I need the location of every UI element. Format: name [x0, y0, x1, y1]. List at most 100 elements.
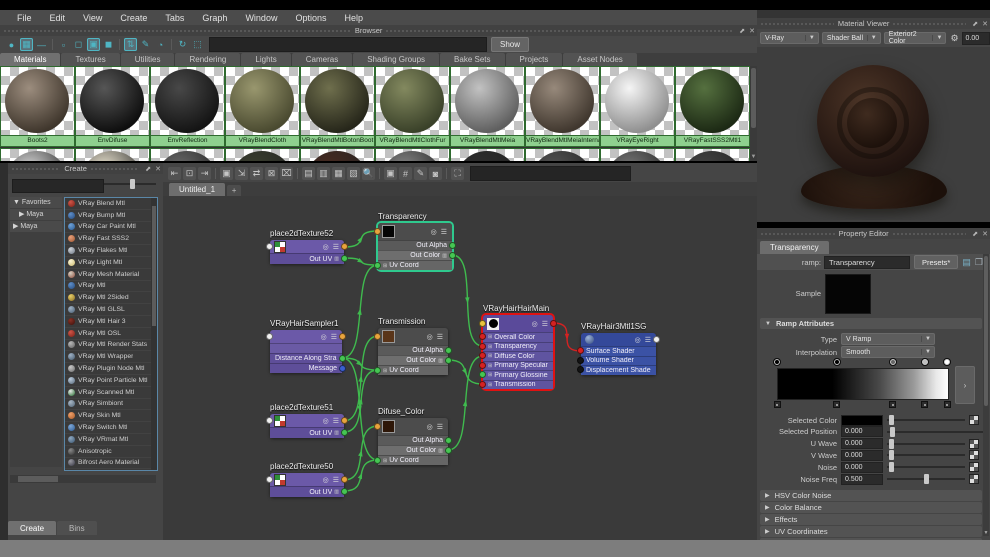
create-item-vray-mesh-material[interactable]: VRay Mesh Material	[65, 269, 157, 281]
scrollbar-thumb[interactable]	[152, 206, 156, 326]
small-swatch-icon[interactable]: ◻	[72, 38, 85, 51]
rename-icon[interactable]: ✎	[139, 38, 152, 51]
node-port[interactable]	[374, 262, 381, 269]
node-header[interactable]: ◎ ☰	[270, 473, 344, 486]
slider-track[interactable]	[887, 443, 965, 445]
node-header-icons[interactable]: ◎ ☰	[323, 476, 340, 484]
attr-expand-icon[interactable]: ⊞	[488, 382, 492, 388]
create-item-vray-mtl-2sided[interactable]: VRay Mtl 2Sided	[65, 292, 157, 304]
node-editor-search-input[interactable]	[470, 166, 631, 181]
ramp-stop-handle[interactable]	[921, 358, 929, 366]
create-item-vray-mtl-hair-3[interactable]: VRay Mtl Hair 3	[65, 316, 157, 328]
node-attr-row[interactable]: Out Alpha	[378, 240, 452, 250]
menu-view[interactable]: View	[74, 13, 111, 23]
node-port[interactable]	[341, 243, 348, 250]
map-texture-icon[interactable]	[969, 462, 979, 472]
node-place2dTexture52[interactable]: ◎ ☰Out UV▥	[270, 240, 344, 264]
create-item-vray-mtl-osl[interactable]: VRay Mtl OSL	[65, 328, 157, 340]
material-swatch[interactable]: EnvReflection	[150, 66, 225, 147]
node-attr-row[interactable]: Message	[270, 363, 342, 373]
graph-add-left-icon[interactable]: ⇤	[168, 167, 181, 180]
interpolation-dropdown[interactable]: Smooth▼	[841, 346, 935, 358]
node-port[interactable]	[341, 476, 348, 483]
exposure-field[interactable]: 0.00	[962, 32, 990, 45]
presets-button[interactable]: Presets*	[914, 255, 958, 269]
node-header-icons[interactable]: ◎ ☰	[427, 423, 444, 431]
material-swatch[interactable]: VRayBlendMtlBotonBoot	[300, 66, 375, 147]
display-full-icon[interactable]: ▦	[332, 167, 345, 180]
node-port[interactable]	[266, 476, 273, 483]
value-field[interactable]: 0.000	[841, 450, 883, 461]
create-item-vray-switch-mtl[interactable]: VRay Switch Mtl	[65, 422, 157, 434]
slider-handle[interactable]	[889, 450, 894, 460]
tab-projects[interactable]: Projects	[506, 53, 563, 66]
section-ramp-attributes[interactable]: ▼ Ramp Attributes	[760, 318, 982, 329]
attr-expand-icon[interactable]: ⊞	[383, 368, 387, 374]
scrollbar-thumb[interactable]	[984, 256, 988, 406]
create-item-bifrost-aero-material[interactable]: Bifrost Aero Material	[65, 458, 157, 470]
scrollbar-thumb[interactable]	[751, 68, 756, 128]
display-connected-icon[interactable]: ▥	[317, 167, 330, 180]
create-item-vray-bump-mtl[interactable]: VRay Bump Mtl	[65, 210, 157, 222]
ramp-stop-marker[interactable]	[774, 401, 781, 408]
ramp-stop-marker[interactable]	[833, 401, 840, 408]
create-item-vray-flakes-mtl[interactable]: VRay Flakes Mtl	[65, 245, 157, 257]
ramp-stop-marker[interactable]	[889, 401, 896, 408]
attr-expand-icon[interactable]: ⊞	[488, 363, 492, 369]
node-attr-row[interactable]: Displacement Shader	[581, 365, 656, 375]
node-port[interactable]	[374, 228, 381, 235]
node-port[interactable]	[339, 333, 346, 340]
node-attr-row[interactable]: ⊞Overall Color	[483, 332, 553, 342]
slider-track[interactable]	[887, 419, 965, 421]
material-swatch-partial[interactable]	[525, 148, 600, 161]
create-item-vray-car-paint-mtl[interactable]: VRay Car Paint Mtl	[65, 222, 157, 234]
node-port[interactable]	[341, 255, 348, 262]
remove-node-icon[interactable]: ⊠	[265, 167, 278, 180]
create-item-bifrost-foam-material[interactable]: Bifrost Foam Material	[65, 469, 157, 471]
menu-graph[interactable]: Graph	[193, 13, 236, 23]
tab-shading-groups[interactable]: Shading Groups	[353, 53, 439, 66]
material-swatch-partial[interactable]	[150, 148, 225, 161]
node-header[interactable]: ◎ ☰	[270, 240, 344, 253]
menu-file[interactable]: File	[8, 13, 41, 23]
ramp-stop-handle[interactable]	[833, 358, 841, 366]
ramp-gradient-bar[interactable]	[777, 368, 949, 400]
refresh-icon[interactable]: ↻	[176, 38, 189, 51]
node-swatch[interactable]	[382, 330, 395, 343]
lock-icon[interactable]: ◙	[429, 167, 442, 180]
material-preview-render[interactable]	[759, 47, 988, 220]
tree-item-maya[interactable]: ▶ Maya	[10, 209, 62, 220]
node-Transmission[interactable]: ◎ ☰Out AlphaOut Color▥⊞Uv Coord	[378, 328, 448, 375]
attr-expand-icon[interactable]: ⊞	[383, 458, 387, 464]
create-item-anisotropic[interactable]: Anisotropic	[65, 446, 157, 458]
node-Difuse_Color[interactable]: ◎ ☰Out AlphaOut Color▥⊞Uv Coord	[378, 418, 448, 465]
node-swatch[interactable]	[382, 225, 395, 238]
swatch-view-icon[interactable]: ▦	[20, 38, 33, 51]
slider-handle[interactable]	[890, 427, 895, 437]
section-effects[interactable]: ▶Effects	[760, 514, 982, 525]
scroll-down-icon[interactable]: ▼	[983, 530, 989, 536]
attr-map-icon[interactable]: ▥	[438, 448, 443, 454]
material-swatch-partial[interactable]	[300, 148, 375, 161]
node-attr-row[interactable]: Surface Shader	[581, 346, 656, 356]
geometry-dropdown[interactable]: Shader Ball▼	[822, 32, 881, 44]
node-header-icons[interactable]: ◎ ☰	[532, 320, 549, 328]
node-graph-canvas[interactable]: place2dTexture52◎ ☰Out UV▥Transparency◎ …	[163, 196, 757, 540]
node-port[interactable]	[550, 320, 557, 327]
create-item-vray-fast-sss2[interactable]: VRay Fast SSS2	[65, 233, 157, 245]
node-swatch[interactable]	[487, 318, 499, 330]
material-swatch[interactable]: VRayFastSSS2Mtl1	[675, 66, 750, 147]
tab-textures[interactable]: Textures	[61, 53, 119, 66]
slider-handle[interactable]	[889, 415, 894, 425]
node-header-icons[interactable]: ◎ ☰	[323, 243, 340, 251]
value-field[interactable]: 0.000	[841, 462, 883, 473]
attr-map-icon[interactable]: ▥	[442, 253, 447, 259]
menu-help[interactable]: Help	[335, 13, 372, 23]
tab-cameras[interactable]: Cameras	[292, 53, 352, 66]
node-port[interactable]	[445, 437, 452, 444]
map-texture-icon[interactable]	[969, 415, 979, 425]
value-field[interactable]: 0.000	[841, 438, 883, 449]
node-header-icons[interactable]: ◎ ☰	[321, 333, 338, 341]
node-port[interactable]	[479, 381, 486, 388]
create-item-vray-mtl-render-stats[interactable]: VRay Mtl Render Stats	[65, 340, 157, 352]
